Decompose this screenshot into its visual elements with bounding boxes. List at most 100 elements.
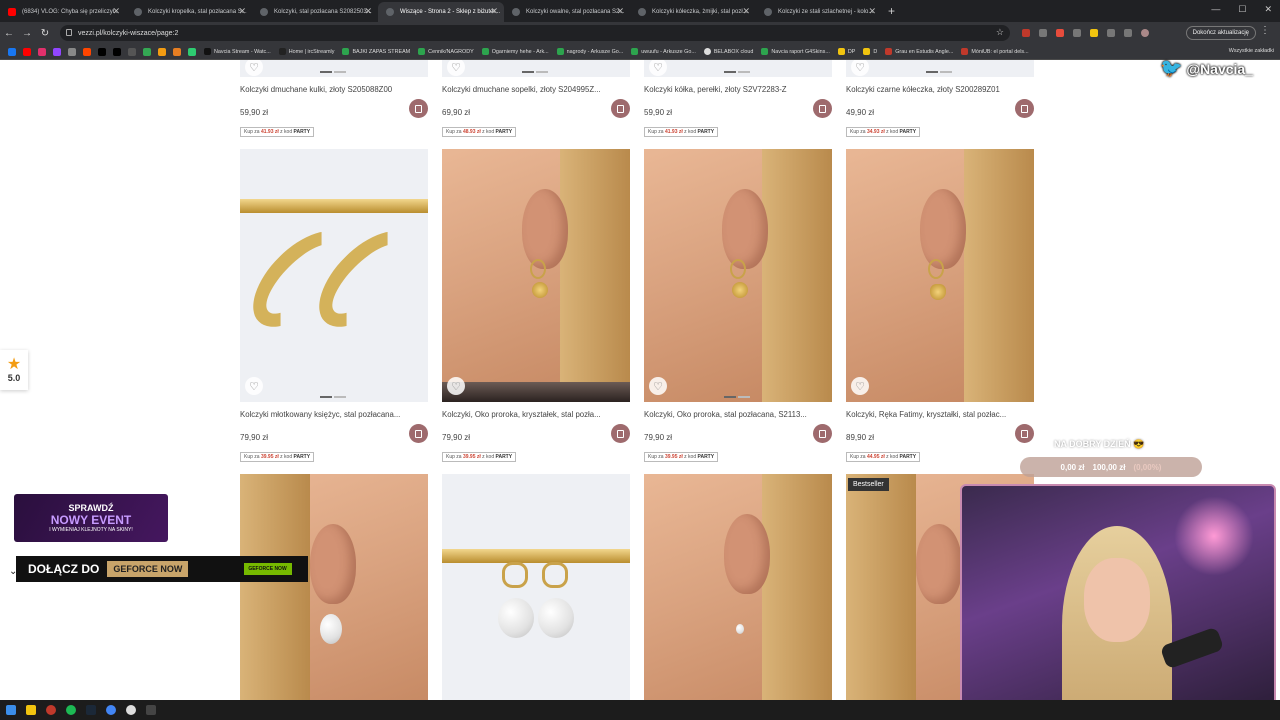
browser-tab-4[interactable]: Kolczyki owalne, stal pozłacana S2... ✕ [504, 2, 630, 22]
bookmark-item[interactable]: Ogarniemy hehe - Ark... [481, 48, 549, 55]
chrome-icon[interactable] [106, 705, 116, 715]
instagram-icon[interactable] [38, 47, 46, 56]
heart-icon[interactable]: ♡ [851, 377, 869, 395]
bookmark-item[interactable]: nagrody - Arkusze Go... [556, 48, 623, 55]
steam-icon[interactable] [86, 705, 96, 715]
browser-tab-0[interactable]: (6834) VLOG: Chyba się przeliczył... ✕ [0, 2, 126, 22]
close-tab-icon[interactable]: ✕ [364, 6, 372, 17]
twitch-icon[interactable] [53, 47, 61, 56]
image-carousel-dots[interactable] [724, 396, 750, 398]
close-tab-icon[interactable]: ✕ [616, 6, 624, 17]
product-card[interactable]: ♡ Kolczyki, Oko proroka, kryształek, sta… [442, 149, 630, 463]
add-to-cart-button[interactable] [813, 424, 832, 443]
product-image[interactable]: ♡ [846, 60, 1034, 77]
bookmark-item[interactable]: BAJKI ZAPAS STREAM [342, 48, 410, 55]
close-tab-icon[interactable]: ✕ [742, 6, 750, 17]
extension-icon[interactable] [1107, 29, 1115, 37]
product-image[interactable] [644, 474, 832, 700]
product-title[interactable]: Kolczyki, Oko proroka, kryształek, stal … [442, 410, 630, 419]
event-banner[interactable]: SPRAWDŹ NOWY EVENT I WYMIENIAJ KLEJNOTY … [14, 494, 168, 542]
profile-icon[interactable] [1141, 29, 1149, 37]
add-to-cart-button[interactable] [611, 424, 630, 443]
obs-icon[interactable] [126, 705, 136, 715]
bookmark-icon[interactable] [188, 47, 196, 56]
add-to-cart-button[interactable] [1015, 424, 1034, 443]
product-image[interactable]: ♡ [442, 60, 630, 77]
close-window-icon[interactable]: ✕ [1264, 4, 1272, 15]
close-tab-icon[interactable]: ✕ [868, 6, 876, 17]
opera-icon[interactable] [46, 705, 56, 715]
browser-tab-6[interactable]: Kolczyki ze stali szlachetnej - kolo... ✕ [756, 2, 882, 22]
heart-icon[interactable]: ♡ [649, 377, 667, 395]
bookmark-icon[interactable] [173, 47, 181, 56]
tiktok-icon[interactable] [113, 47, 121, 56]
product-image[interactable] [442, 474, 630, 700]
add-to-cart-button[interactable] [611, 99, 630, 118]
product-title[interactable]: Kolczyki, Ręka Fatimy, kryształki, stal … [846, 410, 1034, 419]
bookmark-icon[interactable] [68, 47, 76, 56]
bookmark-item[interactable]: uwuufu - Arkusze Go... [631, 48, 696, 55]
spotify-icon[interactable] [66, 705, 76, 715]
extension-icon[interactable] [1022, 29, 1030, 37]
puzzle-icon[interactable] [1124, 29, 1132, 37]
bookmark-star-icon[interactable]: ☆ [996, 27, 1004, 38]
product-title[interactable]: Kolczyki, Oko proroka, stal pozłacana, S… [644, 410, 832, 419]
minimize-icon[interactable]: — [1211, 4, 1220, 15]
add-to-cart-button[interactable] [1015, 99, 1034, 118]
maximize-icon[interactable]: ☐ [1238, 4, 1246, 15]
heart-icon[interactable]: ♡ [851, 60, 869, 76]
browser-tab-1[interactable]: Kolczyki kropelka, stal pozłacana S... ✕ [126, 2, 252, 22]
product-card[interactable]: ♡ Kolczyki młotkowany księżyc, stal pozł… [240, 149, 428, 463]
heart-icon[interactable]: ♡ [245, 60, 263, 76]
add-to-cart-button[interactable] [813, 99, 832, 118]
product-card[interactable]: ♡ Kolczyki, Ręka Fatimy, kryształki, sta… [846, 149, 1034, 463]
product-image[interactable]: ♡ [644, 149, 832, 402]
reload-icon[interactable]: ↻ [36, 28, 54, 39]
bookmark-item[interactable]: Home | ircStreamly [278, 48, 334, 55]
bookmark-icon[interactable] [83, 47, 91, 56]
site-info-icon[interactable] [66, 29, 72, 36]
x-icon[interactable] [98, 47, 106, 56]
forward-icon[interactable]: → [18, 28, 36, 39]
image-carousel-dots[interactable] [320, 396, 346, 398]
close-tab-icon[interactable]: ✕ [490, 6, 498, 17]
product-card[interactable]: ♡ Kolczyki kółka, perełki, złoty S2V7228… [644, 60, 832, 138]
product-card[interactable]: ♡ Kolczyki czarne kółeczka, złoty S20028… [846, 60, 1034, 138]
bookmark-icon[interactable] [128, 47, 136, 56]
bookmark-item[interactable]: Cennik/NAGRODY [418, 48, 474, 55]
product-title[interactable]: Kolczyki czarne kółeczka, złoty S200289Z… [846, 85, 1034, 94]
menu-icon[interactable]: ⋮ [1260, 25, 1270, 36]
bookmark-item[interactable]: MóniUB: el portal dels... [961, 48, 1029, 55]
bookmark-item[interactable]: DP [837, 48, 855, 55]
update-button[interactable]: Dokończ aktualizację [1185, 26, 1256, 40]
product-image[interactable]: ♡ [442, 149, 630, 402]
back-icon[interactable]: ← [0, 28, 18, 39]
product-title[interactable]: Kolczyki dmuchane sopelki, złoty S204995… [442, 85, 630, 94]
product-card[interactable]: ♡ Kolczyki dmuchane sopelki, złoty S2049… [442, 60, 630, 138]
close-tab-icon[interactable]: ✕ [238, 6, 246, 17]
rating-widget[interactable]: ★ 5.0 [0, 350, 28, 390]
product-card[interactable] [240, 474, 428, 700]
product-card[interactable] [442, 474, 630, 700]
browser-tab-5[interactable]: Kolczyki kółeczka, żmijki, stal pozł... ✕ [630, 2, 756, 22]
extension-icon[interactable] [1073, 29, 1081, 37]
product-image[interactable]: ♡ [240, 149, 428, 402]
new-tab-button[interactable]: + [888, 4, 895, 18]
browser-tab-2[interactable]: Kolczyki, stal pozłacana S2082503... ✕ [252, 2, 378, 22]
bookmark-icon[interactable] [158, 47, 166, 56]
file-explorer-icon[interactable] [26, 705, 36, 715]
bookmark-icon[interactable] [143, 47, 151, 56]
geforce-banner[interactable]: DOŁĄCZ DO GEFORCE NOW GEFORCE NOW [16, 556, 308, 582]
browser-tab-3[interactable]: Wiszące - Strona 2 - Sklep z biżuter... ✕ [378, 2, 504, 22]
heart-icon[interactable]: ♡ [447, 377, 465, 395]
facebook-icon[interactable] [8, 47, 16, 56]
bookmark-item[interactable]: BELABOX cloud [703, 48, 753, 55]
windows-start-icon[interactable] [6, 705, 16, 715]
add-to-cart-button[interactable] [409, 99, 428, 118]
product-card[interactable]: ♡ Kolczyki dmuchane kulki, złoty S205088… [240, 60, 428, 138]
image-carousel-dots[interactable] [724, 71, 750, 73]
chevron-down-icon[interactable]: ⌄ [9, 566, 17, 577]
image-carousel-dots[interactable] [320, 71, 346, 73]
address-bar[interactable]: vezzi.pl/kolczyki-wiszace/page:2 ☆ [60, 25, 1010, 41]
product-title[interactable]: Kolczyki kółka, perełki, złoty S2V72283-… [644, 85, 832, 94]
